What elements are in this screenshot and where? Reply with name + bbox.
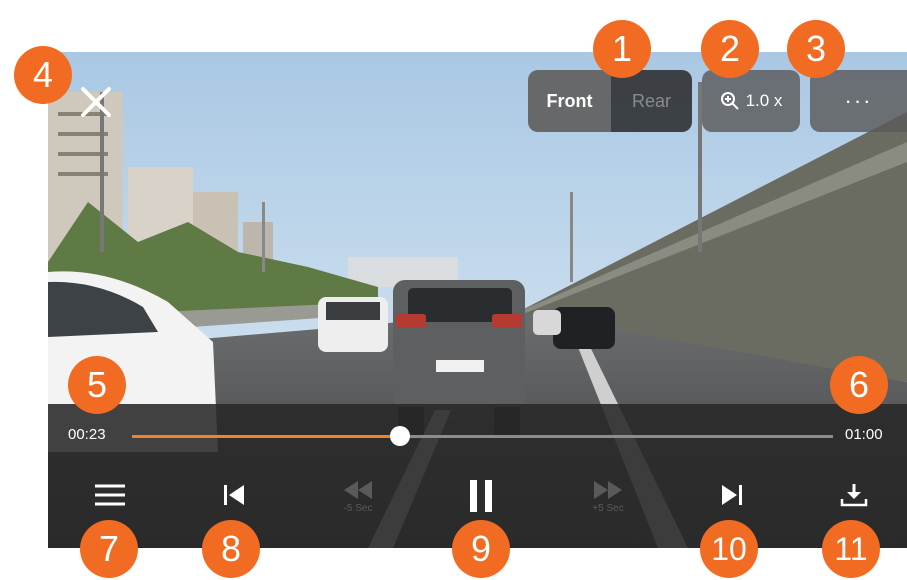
playlist-icon — [95, 484, 125, 506]
skip-previous-icon — [224, 485, 244, 505]
callout-badge: 7 — [80, 520, 138, 578]
callout-badge: 3 — [787, 20, 845, 78]
rear-camera-button[interactable]: Rear — [611, 70, 692, 132]
previous-button[interactable] — [212, 470, 256, 520]
pause-icon — [470, 480, 492, 512]
download-icon — [840, 484, 868, 507]
zoom-level: 1.0 x — [745, 91, 783, 110]
seek-handle[interactable] — [390, 426, 411, 446]
forward-button[interactable]: +5 Sec — [578, 466, 638, 526]
callout-badge: 9 — [452, 520, 510, 578]
callout-badge: 8 — [202, 520, 260, 578]
video-player[interactable]: Front Rear 1.0 x ··· 00:23 01:00 -5 Sec … — [48, 52, 907, 548]
more-button[interactable]: ··· — [810, 70, 907, 132]
close-button[interactable] — [78, 84, 114, 120]
callout-badge: 5 — [68, 356, 126, 414]
rewind-button[interactable]: -5 Sec — [328, 466, 388, 526]
download-button[interactable] — [832, 470, 876, 520]
zoom-in-icon — [720, 92, 739, 110]
next-button[interactable] — [710, 470, 754, 520]
more-icon: ··· — [844, 88, 873, 113]
callout-badge: 2 — [701, 20, 759, 78]
callout-badge: 1 — [593, 20, 651, 78]
total-time: 01:00 — [845, 426, 883, 443]
fast-forward-icon — [594, 480, 622, 499]
seek-bar[interactable] — [132, 426, 833, 446]
rewind-icon — [344, 480, 372, 499]
playlist-button[interactable] — [88, 470, 132, 520]
close-icon — [81, 87, 111, 117]
callout-badge: 6 — [830, 356, 888, 414]
forward-label: +5 Sec — [592, 502, 624, 514]
callout-badge: 10 — [700, 520, 758, 578]
callout-badge: 11 — [822, 520, 880, 578]
pause-button[interactable] — [456, 468, 506, 524]
callout-badge: 4 — [14, 46, 72, 104]
zoom-button[interactable]: 1.0 x — [702, 70, 800, 132]
skip-next-icon — [722, 485, 742, 505]
seek-progress — [132, 435, 401, 438]
front-camera-button[interactable]: Front — [528, 70, 611, 132]
current-time: 00:23 — [68, 426, 106, 443]
rewind-label: -5 Sec — [343, 502, 373, 514]
camera-toggle[interactable]: Front Rear — [528, 70, 692, 132]
